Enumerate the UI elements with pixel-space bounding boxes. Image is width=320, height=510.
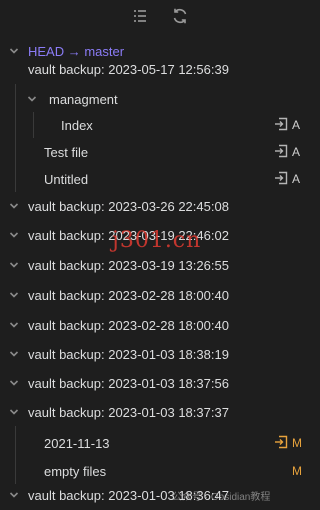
refresh-button[interactable]: [170, 7, 190, 27]
commit-message: vault backup: 2023-01-03 18:36:47: [28, 487, 229, 503]
file-row[interactable]: Index A: [0, 114, 320, 136]
commit-message: vault backup: 2023-01-03 18:37:37: [28, 404, 229, 420]
commit-row[interactable]: vault backup: 2023-01-03 18:38:19: [0, 343, 320, 365]
file-name: Test file: [44, 144, 89, 160]
file-row[interactable]: Untitled A: [0, 168, 320, 190]
commit-row[interactable]: vault backup: 2023-03-26 22:45:08: [0, 195, 320, 217]
folder-row[interactable]: managment: [0, 88, 320, 110]
file-status-badge: A: [292, 172, 301, 186]
file-actions: M: [274, 464, 302, 478]
commit-message: vault backup: 2023-01-03 18:37:56: [28, 375, 229, 391]
commit-row[interactable]: vault backup: 2023-02-28 18:00:40: [0, 314, 320, 336]
open-file-icon[interactable]: [274, 171, 288, 188]
head-ref-label: HEAD → master: [28, 43, 125, 59]
open-file-icon[interactable]: [274, 435, 288, 452]
chevron-down-icon[interactable]: [9, 349, 19, 359]
chevron-down-icon[interactable]: [9, 260, 19, 270]
chevron-down-icon[interactable]: [9, 201, 19, 211]
commit-row[interactable]: vault backup: 2023-01-03 18:37:56: [0, 372, 320, 394]
chevron-down-icon[interactable]: [9, 378, 19, 388]
file-name: empty files: [44, 463, 107, 479]
commit-message: vault backup: 2023-02-28 18:00:40: [28, 317, 229, 333]
file-name: Index: [61, 117, 93, 133]
chevron-down-icon[interactable]: [9, 407, 19, 417]
file-status-badge: A: [292, 145, 301, 159]
file-actions: M: [274, 435, 302, 452]
commit-message: vault backup: 2023-03-19 13:26:55: [28, 257, 229, 273]
commit-row[interactable]: vault backup: 2023-03-19 13:26:55: [0, 254, 320, 276]
chevron-down-icon[interactable]: [9, 46, 19, 56]
commit-message: vault backup: 2023-02-28 18:00:40: [28, 287, 229, 303]
list-tree-button[interactable]: [130, 7, 150, 27]
file-actions: A: [274, 171, 302, 188]
file-name: 2021-11-13: [44, 435, 110, 451]
file-actions: A: [274, 144, 302, 161]
chevron-down-icon[interactable]: [9, 490, 19, 500]
toolbar: [0, 6, 320, 28]
commit-message: vault backup: 2023-01-03 18:38:19: [28, 346, 229, 362]
open-file-icon[interactable]: [274, 144, 288, 161]
file-name: Untitled: [44, 171, 89, 187]
folder-name: managment: [49, 91, 118, 107]
commit-message-row[interactable]: vault backup: 2023-05-17 12:56:39: [0, 58, 320, 80]
list-tree-icon: [131, 7, 149, 28]
file-status-badge: M: [292, 464, 302, 478]
file-row[interactable]: empty files M: [0, 460, 320, 482]
chevron-down-icon[interactable]: [9, 290, 19, 300]
commit-row[interactable]: vault backup: 2023-02-28 18:00:40: [0, 284, 320, 306]
chevron-down-icon[interactable]: [27, 94, 37, 104]
commit-message: vault backup: 2023-05-17 12:56:39: [28, 61, 229, 77]
commit-message: vault backup: 2023-03-19 22:46:02: [28, 227, 229, 243]
refresh-icon: [171, 7, 189, 28]
open-file-icon[interactable]: [274, 117, 288, 134]
commit-row[interactable]: vault backup: 2023-03-19 22:46:02: [0, 224, 320, 246]
chevron-down-icon[interactable]: [9, 320, 19, 330]
file-actions: A: [274, 117, 302, 134]
file-status-badge: M: [292, 436, 302, 450]
commit-row[interactable]: vault backup: 2023-01-03 18:36:47: [0, 484, 320, 506]
commit-message: vault backup: 2023-03-26 22:45:08: [28, 198, 229, 214]
chevron-down-icon[interactable]: [9, 230, 19, 240]
file-row[interactable]: 2021-11-13 M: [0, 432, 320, 454]
file-status-badge: A: [292, 118, 301, 132]
commit-row[interactable]: vault backup: 2023-01-03 18:37:37: [0, 401, 320, 423]
file-row[interactable]: Test file A: [0, 141, 320, 163]
